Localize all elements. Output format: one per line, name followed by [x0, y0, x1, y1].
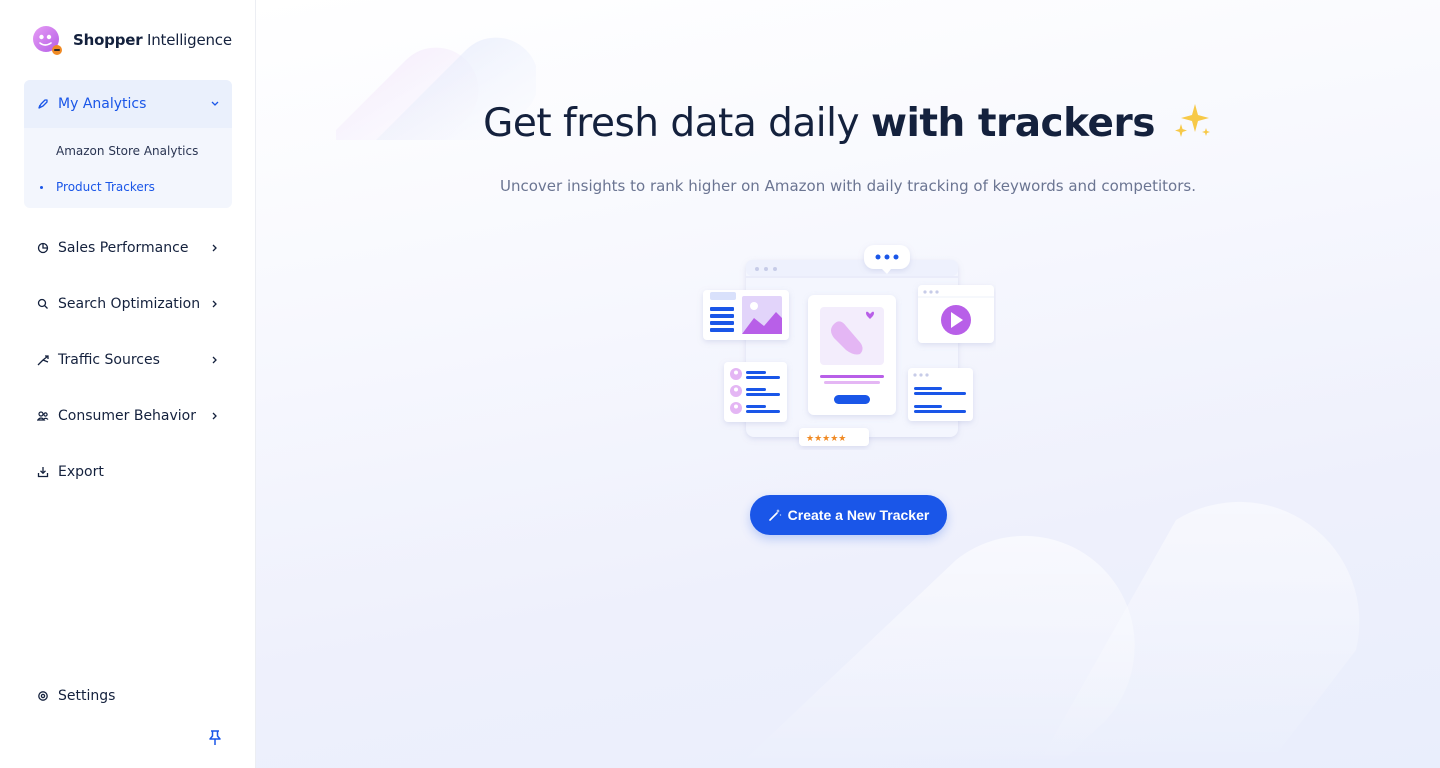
chevron-right-icon: [210, 355, 220, 365]
nav-label: Consumer Behavior: [58, 408, 197, 424]
logo: [32, 25, 63, 56]
page-subtitle: Uncover insights to rank higher on Amazo…: [500, 177, 1196, 195]
sparkles-icon: [1173, 100, 1213, 140]
rocket-icon: [36, 97, 50, 111]
nav-item-sales-performance[interactable]: Sales Performance: [24, 228, 232, 268]
main-content: Get fresh data daily with trackers Uncov…: [256, 0, 1440, 768]
sidebar: Shopper Intelligence My Analytics Amazon…: [0, 0, 256, 768]
tracker-illustration: ★★★★★: [703, 245, 994, 446]
pie-chart-icon: [36, 241, 50, 255]
nav-subitem-product-trackers[interactable]: Product Trackers: [56, 180, 155, 194]
nav-item-search-optimization[interactable]: Search Optimization: [24, 284, 232, 324]
nav-label: Search Optimization: [58, 296, 201, 312]
nav-label: Settings: [58, 688, 116, 704]
chevron-right-icon: [210, 299, 220, 309]
nav-item-my-analytics[interactable]: My Analytics: [24, 80, 232, 128]
create-tracker-button[interactable]: Create a New Tracker: [750, 495, 947, 535]
nav-group-my-analytics: My Analytics Amazon Store Analytics Prod…: [24, 80, 232, 208]
brand[interactable]: Shopper Intelligence: [32, 24, 232, 56]
nav-label: Sales Performance: [58, 240, 189, 256]
active-dot: [40, 186, 43, 189]
svg-text:★★★★★: ★★★★★: [806, 434, 846, 444]
nav-label: Traffic Sources: [58, 352, 160, 368]
traffic-icon: [36, 353, 50, 367]
page-title: Get fresh data daily with trackers: [256, 100, 1440, 146]
chevron-right-icon: [210, 243, 220, 253]
brand-name: Shopper Intelligence: [73, 31, 232, 49]
search-icon: [36, 297, 50, 311]
nav-item-consumer-behavior[interactable]: Consumer Behavior: [24, 396, 232, 436]
nav-item-export[interactable]: Export: [24, 452, 232, 492]
nav-label: Export: [58, 464, 104, 480]
pin-icon[interactable]: [208, 730, 224, 748]
gear-icon: [36, 689, 50, 703]
nav-item-settings[interactable]: Settings: [24, 676, 232, 716]
magic-wand-icon: [768, 508, 782, 522]
chevron-right-icon: [210, 411, 220, 421]
nav-subitem-amazon-store-analytics[interactable]: Amazon Store Analytics: [56, 144, 198, 158]
download-icon: [36, 465, 50, 479]
chevron-down-icon: [210, 99, 220, 109]
nav-item-traffic-sources[interactable]: Traffic Sources: [24, 340, 232, 380]
create-tracker-label: Create a New Tracker: [787, 507, 930, 523]
users-icon: [36, 409, 50, 423]
nav-label: My Analytics: [58, 96, 147, 112]
